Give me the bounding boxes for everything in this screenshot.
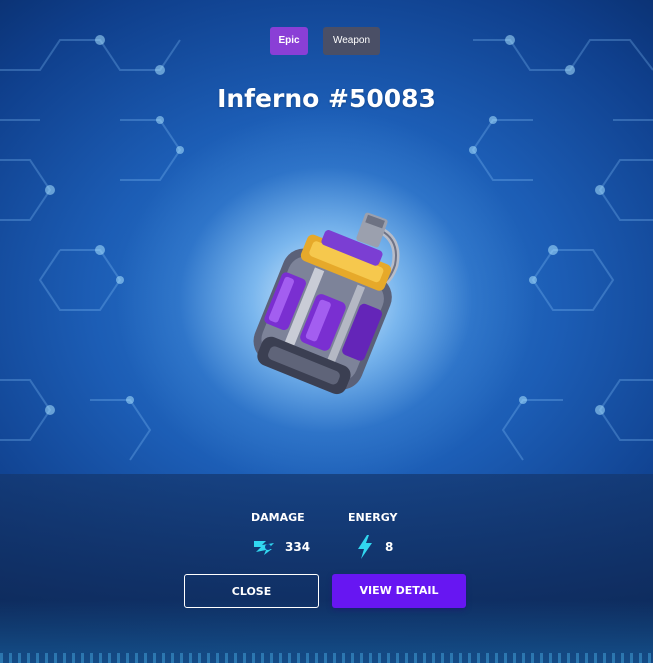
lightning-bolt-icon	[358, 535, 372, 559]
energy-value: 8	[385, 540, 394, 554]
rarity-badge: Epic	[270, 27, 308, 55]
panel-bottom-strip	[0, 653, 653, 663]
view-detail-button[interactable]: VIEW DETAIL	[332, 574, 466, 608]
item-title: Inferno #50083	[217, 84, 436, 113]
damage-blast-icon	[254, 541, 274, 555]
grenade-image	[253, 212, 400, 395]
energy-label: ENERGY	[348, 511, 398, 524]
close-button[interactable]: CLOSE	[184, 574, 319, 608]
damage-label: DAMAGE	[251, 511, 305, 524]
type-badge: Weapon	[323, 27, 380, 55]
damage-value: 334	[285, 540, 311, 554]
